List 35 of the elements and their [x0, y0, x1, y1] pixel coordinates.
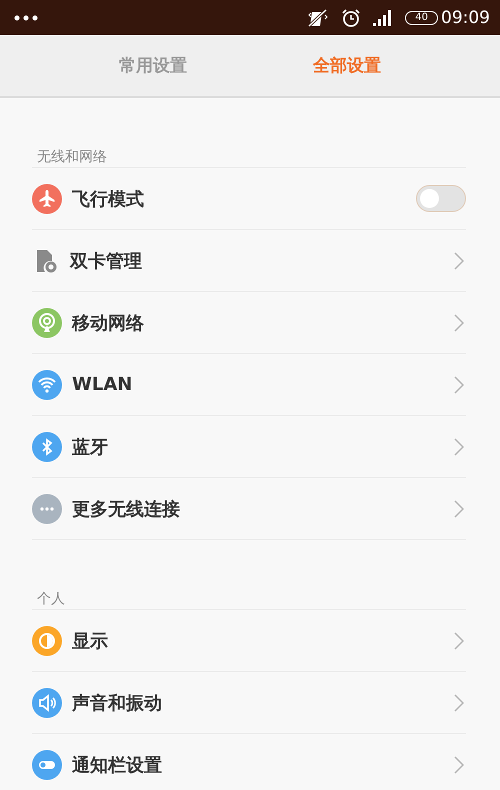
setting-label: 更多无线连接	[72, 498, 181, 520]
chevron-right-icon	[454, 438, 464, 456]
section-header: 个人	[32, 540, 466, 610]
more-icon	[14, 14, 38, 20]
chevron-right-icon	[454, 314, 464, 332]
settings-row[interactable]: 双卡管理	[32, 230, 466, 292]
chevron-right-icon	[454, 500, 464, 518]
chevron-right-icon	[454, 632, 464, 650]
setting-label: 移动网络	[72, 312, 145, 334]
signal-icon	[373, 10, 394, 26]
settings-row[interactable]: 通知栏设置	[32, 734, 466, 790]
setting-label: 蓝牙	[72, 436, 109, 458]
vibrate-off-icon	[307, 8, 330, 26]
settings-row[interactable]: 蓝牙	[32, 416, 466, 478]
settings-row[interactable]: 飞行模式	[32, 168, 466, 230]
settings-row[interactable]: 声音和振动	[32, 672, 466, 734]
settings-row[interactable]: WLAN	[32, 354, 466, 416]
settings-row[interactable]: 移动网络	[32, 292, 466, 354]
clock: 09:09	[441, 8, 490, 28]
alarm-icon	[341, 8, 362, 28]
chevron-right-icon	[454, 376, 464, 394]
setting-label: 双卡管理	[70, 250, 143, 272]
setting-label: WLAN	[72, 374, 134, 395]
chevron-right-icon	[454, 694, 464, 712]
chevron-right-icon	[454, 756, 464, 774]
setting-label: 显示	[72, 630, 109, 652]
chevron-right-icon	[454, 252, 464, 270]
settings-row[interactable]: 更多无线连接	[32, 478, 466, 540]
settings-row[interactable]: 显示	[32, 610, 466, 672]
toggle-switch[interactable]	[416, 185, 466, 212]
section-header: 无线和网络	[32, 98, 466, 168]
battery-indicator: 40	[405, 10, 438, 24]
setting-label: 通知栏设置	[72, 754, 163, 776]
setting-label: 飞行模式	[72, 188, 145, 210]
setting-label: 声音和振动	[72, 692, 163, 714]
